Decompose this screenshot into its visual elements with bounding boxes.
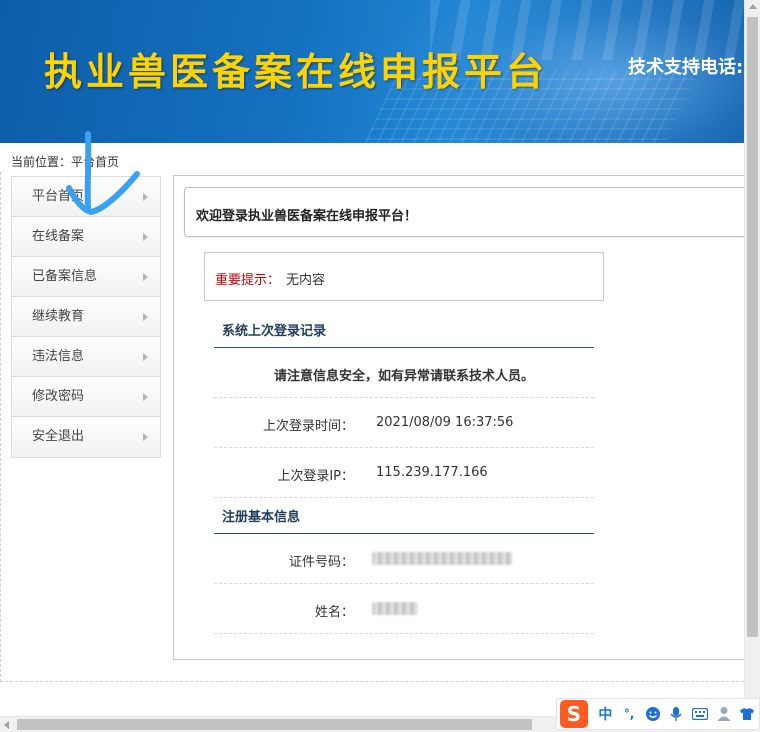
notice-label: 重要提示： <box>215 273 281 288</box>
ime-lang-toggle[interactable]: 中 <box>594 704 618 724</box>
cert-number-label: 证件号码： <box>288 555 354 570</box>
chevron-right-icon <box>143 313 148 321</box>
vertical-scroll-thumb[interactable] <box>747 17 758 637</box>
emoji-icon[interactable] <box>641 706 665 722</box>
last-login-ip-value: 115.239.177.166 <box>376 465 488 480</box>
site-title: 执业兽医备案在线申报平台 <box>44 50 549 94</box>
scroll-left-arrow-icon[interactable] <box>4 721 9 729</box>
microphone-icon[interactable] <box>664 706 688 722</box>
sidebar-item-violations[interactable]: 违法信息 <box>12 337 160 377</box>
registration-info-title: 注册基本信息 <box>214 508 594 534</box>
ime-toolbar: S 中 °, <box>556 698 760 730</box>
last-login-time-label: 上次登录时间： <box>262 419 354 434</box>
sidebar-item-filed-info[interactable]: 已备案信息 <box>12 257 160 297</box>
welcome-box: 欢迎登录执业兽医备案在线申报平台！ <box>184 187 744 237</box>
sogou-logo-icon[interactable]: S <box>560 700 588 728</box>
pen-annotation-arrow <box>66 131 140 215</box>
sidebar-item-logout[interactable]: 安全退出 <box>12 417 160 457</box>
ime-punctuation-toggle[interactable]: °, <box>617 707 641 721</box>
cert-number-row: 证件号码： <box>214 534 594 584</box>
sidebar-item-label: 安全退出 <box>32 429 85 444</box>
login-record-title: 系统上次登录记录 <box>214 322 594 348</box>
chevron-right-icon <box>143 273 148 281</box>
chevron-right-icon <box>143 353 148 361</box>
last-login-ip-row: 上次登录IP： 115.239.177.166 <box>214 448 594 498</box>
sidebar-item-label: 已备案信息 <box>32 269 98 284</box>
last-login-time-row: 上次登录时间： 2021/08/09 16:37:56 <box>214 398 594 448</box>
redacted-blur <box>372 552 512 565</box>
cert-number-value-redacted <box>372 551 512 566</box>
sidebar-item-label: 违法信息 <box>32 349 85 364</box>
skin-shirt-icon[interactable] <box>735 707 759 721</box>
last-login-time-value: 2021/08/09 16:37:56 <box>376 415 514 430</box>
sidebar-item-label: 继续教育 <box>32 309 85 324</box>
notice-value: 无内容 <box>286 273 326 288</box>
welcome-message: 欢迎登录执业兽医备案在线申报平台！ <box>196 209 418 224</box>
user-icon[interactable] <box>712 706 736 722</box>
name-value-redacted <box>372 601 418 616</box>
chevron-right-icon <box>143 433 148 441</box>
chevron-right-icon <box>143 233 148 241</box>
header-banner: 执业兽医备案在线申报平台 技术支持电话: <box>0 0 744 143</box>
support-phone-label: 技术支持电话: <box>628 57 744 78</box>
name-label: 姓名： <box>314 605 354 620</box>
name-row: 姓名： <box>214 584 594 634</box>
notice-box: 重要提示： 无内容 <box>204 252 604 301</box>
sidebar-item-change-password[interactable]: 修改密码 <box>12 377 160 417</box>
sidebar-item-label: 在线备案 <box>32 229 85 244</box>
sidebar-item-continuing-education[interactable]: 继续教育 <box>12 297 160 337</box>
keyboard-icon[interactable] <box>688 708 712 720</box>
security-warning: 请注意信息安全，如有异常请联系技术人员。 <box>273 369 534 384</box>
last-login-ip-label: 上次登录IP： <box>277 469 354 484</box>
vertical-scrollbar[interactable] <box>744 0 760 704</box>
redacted-blur <box>372 602 418 615</box>
sidebar-item-label: 修改密码 <box>32 389 85 404</box>
security-warning-row: 请注意信息安全，如有异常请联系技术人员。 <box>214 348 594 398</box>
horizontal-scroll-thumb[interactable] <box>17 719 532 730</box>
scroll-up-arrow-icon[interactable] <box>749 4 757 9</box>
chevron-right-icon <box>143 393 148 401</box>
